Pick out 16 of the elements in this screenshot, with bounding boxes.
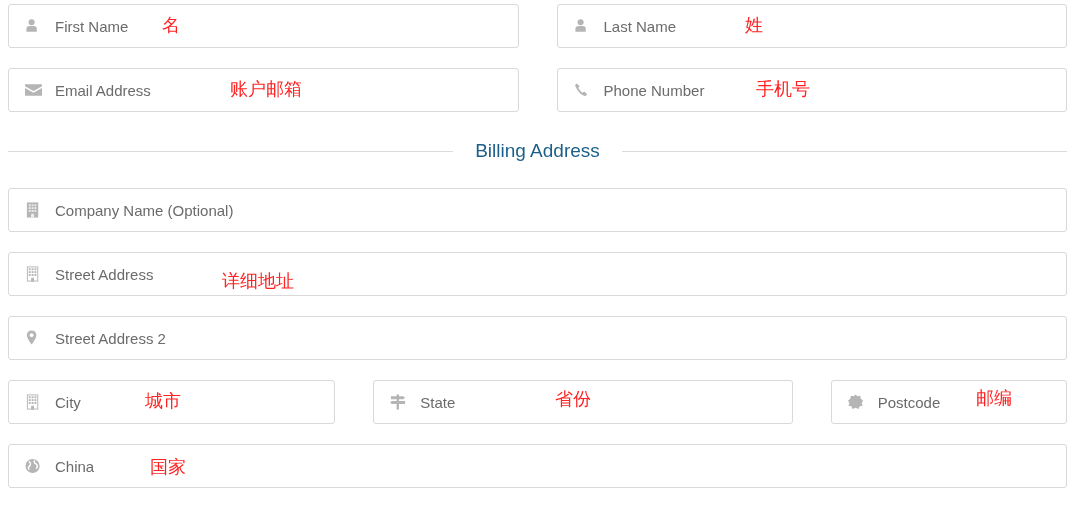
input-field[interactable]: Company Name (Optional) xyxy=(8,188,1067,232)
input-field[interactable]: Street Address 2 xyxy=(8,316,1067,360)
annotation-text: 账户邮箱 xyxy=(230,76,302,101)
annotation-text: 国家 xyxy=(150,454,186,479)
annotation-text: 手机号 xyxy=(755,76,810,101)
globe-icon xyxy=(25,458,42,474)
annotation-text: 城市 xyxy=(145,388,181,413)
annotation-text: 详细地址 xyxy=(222,268,294,293)
section-title: Billing Address xyxy=(475,140,600,162)
annotation-text: 省份 xyxy=(555,386,592,411)
signpost-icon xyxy=(390,394,408,410)
annotation-text: 名 xyxy=(162,12,180,37)
annotation-text: 姓 xyxy=(744,12,763,37)
badge-icon xyxy=(847,394,865,410)
envelope-icon xyxy=(25,82,42,98)
annotation-text: 邮编 xyxy=(975,385,1012,410)
